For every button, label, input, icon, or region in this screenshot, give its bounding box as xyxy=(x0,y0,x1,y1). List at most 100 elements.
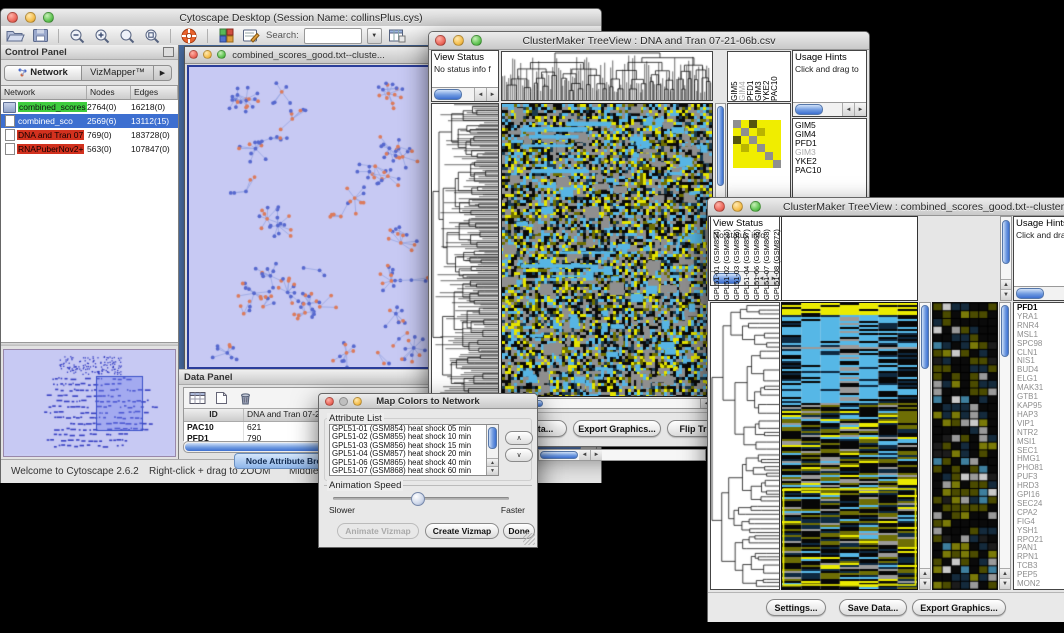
usage-hints-panel: Usage Hints Click and drag to ◄► xyxy=(1013,216,1064,301)
zoom-fit-button[interactable] xyxy=(117,27,137,44)
minimize-icon[interactable] xyxy=(25,12,36,23)
window-controls xyxy=(325,397,362,406)
matrix-cell xyxy=(773,128,781,136)
zoom-heatmap-canvas[interactable] xyxy=(932,302,998,590)
toolbar-separator xyxy=(170,29,171,43)
delete-attribute-icon[interactable] xyxy=(235,390,255,407)
resize-grip[interactable] xyxy=(523,533,535,545)
network-list-item[interactable]: DNA and Tran 07769(0)183728(0) xyxy=(1,128,178,142)
annotation-icon[interactable] xyxy=(241,27,261,44)
minimize-icon[interactable] xyxy=(339,397,348,406)
gene-list-item[interactable]: MON2 xyxy=(1017,580,1064,589)
birdseye-canvas[interactable] xyxy=(4,350,174,454)
view-status-scrollbar[interactable]: ◄► xyxy=(432,87,498,101)
network-list-item[interactable]: combined_sco2569(6)13112(15) xyxy=(1,114,178,128)
main-window-title: Cytoscape Desktop (Session Name: collins… xyxy=(179,12,422,24)
network-name: combined_sco xyxy=(17,116,74,126)
scroll-left-icon[interactable]: ◄ xyxy=(474,88,486,101)
close-icon[interactable] xyxy=(325,397,334,406)
scroll-right-icon[interactable]: ► xyxy=(486,88,498,101)
save-session-button[interactable] xyxy=(30,27,50,44)
zoom-window-icon[interactable] xyxy=(353,397,362,406)
attribute-select-icon[interactable] xyxy=(187,390,207,407)
scroll-down-icon[interactable]: ▼ xyxy=(920,578,930,589)
summary-label: PAC10 xyxy=(795,166,866,175)
plugin-grid-icon[interactable] xyxy=(216,27,236,44)
network-edges-count: 16218(0) xyxy=(131,102,177,112)
matrix-cell xyxy=(773,152,781,160)
scroll-right-icon[interactable]: ► xyxy=(590,450,602,460)
control-panel-title: Control Panel xyxy=(5,47,67,58)
zoom-selected-button[interactable] xyxy=(142,27,162,44)
open-session-button[interactable] xyxy=(5,27,25,44)
attribute-browser-icon[interactable] xyxy=(387,27,407,44)
status-welcome: Welcome to Cytoscape 2.6.2 xyxy=(11,466,139,477)
zoom-window-icon[interactable] xyxy=(471,35,482,46)
usage-hints-scrollbar[interactable]: ◄► xyxy=(793,102,866,116)
move-up-button[interactable]: ∧ xyxy=(505,431,533,445)
save-data-button[interactable]: Save Data... xyxy=(839,599,907,616)
birdseye-view[interactable] xyxy=(3,349,176,457)
heatmap-canvas[interactable] xyxy=(781,302,918,590)
row-dendrogram-canvas[interactable] xyxy=(710,302,780,590)
attribute-list-label: Attribute List xyxy=(327,413,384,424)
help-icon[interactable] xyxy=(179,27,199,44)
heatmap-vscrollbar[interactable]: ▲ ▼ xyxy=(919,302,931,590)
global-hscrollbar[interactable]: ◄ ► xyxy=(538,449,706,461)
network-list-item[interactable]: combined_scores2764(0)16218(0) xyxy=(1,100,178,114)
minimize-icon[interactable] xyxy=(453,35,464,46)
close-icon[interactable] xyxy=(714,201,725,212)
close-icon[interactable] xyxy=(7,12,18,23)
minimize-icon[interactable] xyxy=(732,201,743,212)
export-graphics-button[interactable]: Export Graphics... xyxy=(573,420,661,437)
zoom-window-icon[interactable] xyxy=(217,50,226,59)
export-graphics-button[interactable]: Export Graphics... xyxy=(912,599,1006,616)
matrix-cell xyxy=(749,120,757,128)
matrix-cell xyxy=(773,136,781,144)
scroll-left-icon[interactable]: ◄ xyxy=(842,103,854,116)
network-nodes-count: 769(0) xyxy=(87,130,131,140)
column-labels-scrollbar[interactable]: ▲ ▼ xyxy=(1000,216,1012,301)
search-input[interactable] xyxy=(304,28,362,44)
zoom-heatmap-vscrollbar[interactable]: ▲ ▼ xyxy=(999,302,1011,590)
row-dendrogram-canvas[interactable] xyxy=(431,103,499,397)
scroll-down-icon[interactable]: ▼ xyxy=(1001,289,1011,300)
scroll-down-icon[interactable]: ▼ xyxy=(487,466,498,475)
minimize-icon[interactable] xyxy=(203,50,212,59)
main-titlebar[interactable]: Cytoscape Desktop (Session Name: collins… xyxy=(1,9,601,27)
tab-vizmapper[interactable]: VizMapper™ xyxy=(82,65,154,81)
folder-icon xyxy=(3,102,16,113)
file-icon xyxy=(5,129,15,141)
zoom-out-button[interactable] xyxy=(67,27,87,44)
zoom-window-icon[interactable] xyxy=(750,201,761,212)
create-vizmap-button[interactable]: Create Vizmap xyxy=(425,523,499,539)
attribute-list-scrollbar[interactable]: ▲ ▼ xyxy=(486,425,498,475)
new-attribute-icon[interactable] xyxy=(211,390,231,407)
scroll-right-icon[interactable]: ► xyxy=(854,103,866,116)
network-name: combined_scores xyxy=(18,102,87,112)
attribute-item[interactable]: GPL51-07 (GSM868) heat shock 60 min xyxy=(330,467,498,475)
close-icon[interactable] xyxy=(189,50,198,59)
zoom-in-button[interactable] xyxy=(92,27,112,44)
settings-button[interactable]: Settings... xyxy=(766,599,826,616)
tab-network[interactable]: Network xyxy=(4,65,82,81)
zoom-window-icon[interactable] xyxy=(43,12,54,23)
network-list-item[interactable]: RNAPuberNov2+563(0)107847(0) xyxy=(1,142,178,156)
toolbar-separator xyxy=(207,29,208,43)
panel-splitter[interactable] xyxy=(1,343,178,346)
network-canvas[interactable] xyxy=(187,65,430,369)
tab-overflow-button[interactable]: ▶ xyxy=(154,65,172,81)
column-tree-panel xyxy=(781,216,918,301)
scroll-down-icon[interactable]: ▼ xyxy=(1000,578,1010,589)
column-dendrogram-canvas[interactable] xyxy=(501,51,713,101)
network-window-title: combined_scores_good.txt--cluste... xyxy=(232,50,385,61)
heatmap-canvas[interactable] xyxy=(501,103,713,397)
network-name: RNAPuberNov2+ xyxy=(17,144,84,154)
animation-speed-slider[interactable] xyxy=(333,497,509,500)
animate-vizmap-button[interactable]: Animate Vizmap xyxy=(337,523,419,539)
float-panel-icon[interactable] xyxy=(163,47,174,57)
close-icon[interactable] xyxy=(435,35,446,46)
search-dropdown-icon[interactable]: ▼ xyxy=(367,28,382,44)
move-down-button[interactable]: ∨ xyxy=(505,448,533,462)
usage-hints-scrollbar[interactable]: ◄► xyxy=(1014,286,1064,300)
